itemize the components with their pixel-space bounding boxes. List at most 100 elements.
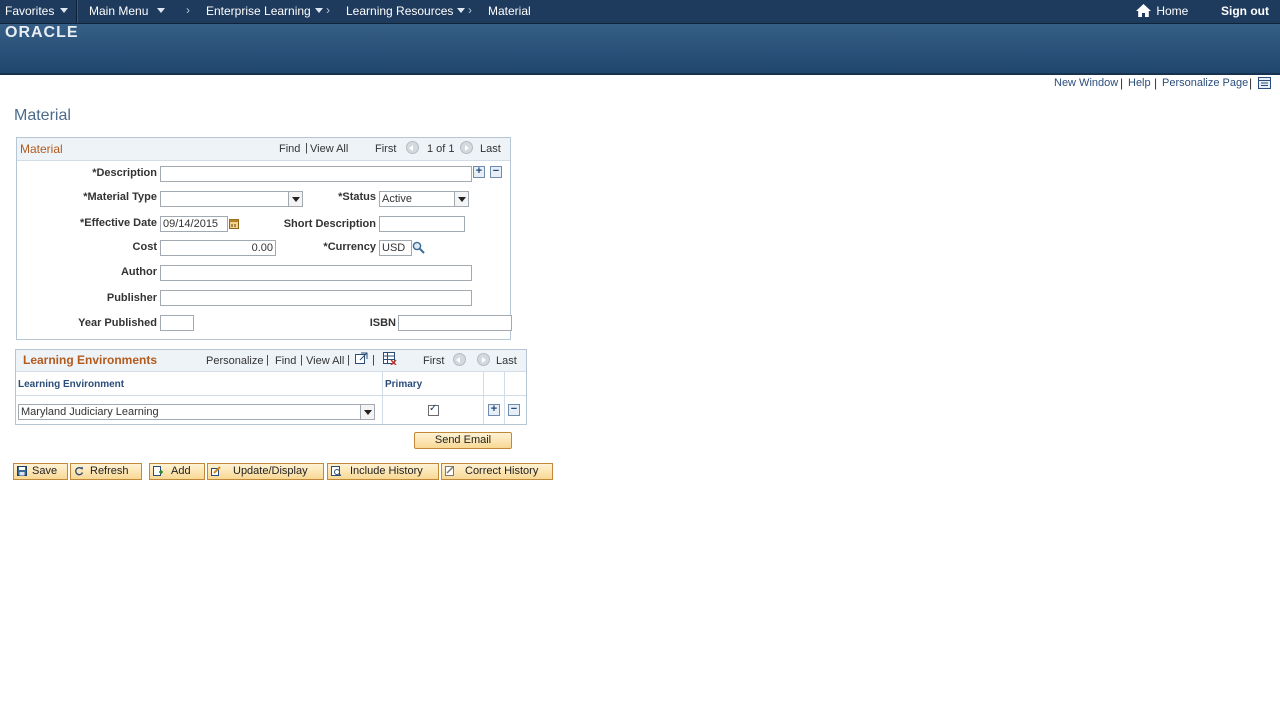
material-group-header: Material Find | View All First 1 of 1 La…: [17, 138, 510, 161]
material-type-label: *Material Type: [83, 191, 157, 203]
chevron-down-icon: [157, 8, 166, 13]
chevron-down-icon: [314, 8, 323, 13]
new-window-link[interactable]: New Window: [1054, 77, 1118, 89]
favorites-label: Favorites: [5, 4, 55, 18]
last-label: Last: [480, 143, 501, 155]
isbn-input[interactable]: [398, 315, 512, 331]
isbn-label: ISBN: [369, 317, 396, 329]
link-separator: |: [266, 354, 269, 366]
home-icon: [1136, 4, 1151, 17]
short-description-input[interactable]: [379, 216, 465, 232]
dropdown-arrow-icon[interactable]: [288, 192, 302, 206]
effective-date-input[interactable]: 09/14/2015: [160, 216, 228, 232]
delete-row-icon[interactable]: −: [508, 404, 520, 416]
chevron-down-icon: [60, 8, 69, 13]
status-value: Active: [382, 193, 412, 205]
status-select[interactable]: Active: [379, 191, 469, 207]
refresh-button[interactable]: Refresh: [70, 463, 142, 480]
description-input[interactable]: [160, 166, 472, 182]
add-document-icon: [153, 466, 163, 476]
link-separator: |: [372, 354, 375, 366]
cost-input[interactable]: 0.00: [160, 240, 276, 256]
zoom-grid-icon[interactable]: [355, 352, 368, 364]
home-link[interactable]: Home: [1136, 4, 1188, 18]
column-divider: [504, 371, 505, 424]
breadcrumb-separator: ›: [326, 3, 330, 17]
delete-row-icon[interactable]: −: [490, 166, 502, 178]
update-display-icon: [211, 466, 221, 476]
column-divider: [483, 371, 484, 424]
author-label: Author: [120, 266, 157, 278]
find-link[interactable]: Find: [275, 355, 296, 367]
favorites-menu[interactable]: Favorites: [5, 4, 69, 18]
previous-icon[interactable]: [406, 141, 419, 154]
page-title: Material: [14, 107, 71, 124]
include-history-icon: [331, 466, 341, 476]
main-menu-label: Main Menu: [89, 4, 149, 18]
send-email-button[interactable]: Send Email: [414, 432, 512, 449]
row-count: 1 of 1: [427, 143, 455, 155]
dropdown-arrow-icon[interactable]: [360, 405, 374, 419]
add-row-icon[interactable]: +: [488, 404, 500, 416]
include-history-button[interactable]: Include History: [327, 463, 439, 480]
material-type-select[interactable]: [160, 191, 303, 207]
update-display-button[interactable]: Update/Display: [207, 463, 324, 480]
last-label: Last: [496, 355, 517, 367]
previous-icon[interactable]: [453, 353, 466, 366]
include-history-label: Include History: [350, 465, 423, 477]
personalize-link[interactable]: Personalize: [206, 355, 263, 367]
refresh-label: Refresh: [90, 465, 129, 477]
correct-history-label: Correct History: [465, 465, 539, 477]
nav-divider: [76, 0, 78, 23]
sign-out-link[interactable]: Sign out: [1221, 4, 1269, 18]
find-link[interactable]: Find: [279, 143, 300, 155]
oracle-logo: ORACLE: [5, 24, 79, 41]
status-label: *Status: [338, 191, 376, 203]
next-icon[interactable]: [477, 353, 490, 366]
dropdown-arrow-icon[interactable]: [454, 192, 468, 206]
view-all-link[interactable]: View All: [310, 143, 348, 155]
main-menu[interactable]: Main Menu: [89, 4, 166, 18]
publisher-input[interactable]: [160, 290, 472, 306]
link-separator: |: [1249, 76, 1253, 90]
breadcrumb-learning-resources[interactable]: Learning Resources: [346, 4, 466, 18]
breadcrumb-enterprise-learning[interactable]: Enterprise Learning: [206, 4, 323, 18]
refresh-icon: [75, 466, 84, 476]
year-published-input[interactable]: [160, 315, 194, 331]
download-spreadsheet-icon[interactable]: [383, 352, 397, 365]
next-icon[interactable]: [460, 141, 473, 154]
currency-label: *Currency: [323, 241, 376, 253]
currency-input[interactable]: USD: [379, 240, 412, 256]
column-header-primary[interactable]: Primary: [385, 379, 422, 390]
learning-environment-select[interactable]: Maryland Judiciary Learning: [18, 404, 375, 420]
help-link[interactable]: Help: [1128, 77, 1151, 89]
correct-history-button[interactable]: Correct History: [441, 463, 553, 480]
link-separator: |: [305, 142, 308, 154]
primary-checkbox[interactable]: [428, 403, 439, 416]
correct-history-icon: [445, 466, 454, 476]
learning-environment-value: Maryland Judiciary Learning: [21, 406, 159, 418]
link-separator: |: [1120, 76, 1124, 90]
add-button[interactable]: Add: [149, 463, 205, 480]
learning-environments-title: Learning Environments: [23, 353, 158, 367]
lookup-search-icon[interactable]: [412, 241, 425, 254]
description-label: *Description: [92, 167, 157, 179]
grid-divider: [16, 395, 526, 396]
column-header-learning-environment[interactable]: Learning Environment: [18, 379, 124, 390]
save-label: Save: [32, 465, 58, 477]
view-all-link[interactable]: View All: [306, 355, 344, 367]
breadcrumb-label: Enterprise Learning: [206, 4, 311, 18]
personalize-page-link[interactable]: Personalize Page: [1162, 77, 1248, 89]
add-row-icon[interactable]: +: [473, 166, 485, 178]
author-input[interactable]: [160, 265, 472, 281]
year-published-label: Year Published: [78, 317, 157, 329]
effective-date-label: *Effective Date: [79, 217, 157, 229]
breadcrumb-material[interactable]: Material: [488, 4, 531, 18]
first-label: First: [423, 355, 445, 367]
grid-header-bar: Learning Environments Personalize | Find…: [16, 350, 526, 372]
page-layout-icon[interactable]: [1258, 77, 1271, 89]
save-button[interactable]: Save: [13, 463, 68, 480]
grid-divider: [16, 371, 526, 372]
calendar-icon[interactable]: [229, 218, 239, 229]
cost-label: Cost: [132, 241, 157, 253]
